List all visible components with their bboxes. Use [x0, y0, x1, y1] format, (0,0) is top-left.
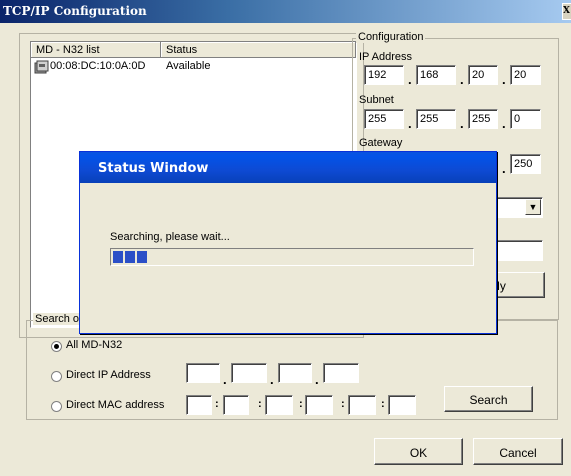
direct-ip-octet-1[interactable]	[186, 363, 220, 383]
mac-colon: :	[381, 398, 385, 410]
device-mac: 00:08:DC:10:0A:0D	[50, 60, 146, 72]
search-button-label: Search	[469, 393, 508, 407]
status-window-titlebar[interactable]: Status Window	[80, 152, 496, 183]
progress-block	[113, 251, 123, 263]
subnet-octet-4-value: 0	[514, 113, 521, 125]
subnet-label: Subnet	[359, 94, 394, 106]
subnet-dot: .	[460, 116, 464, 131]
radio-direct-mac-label: Direct MAC address	[66, 399, 165, 411]
radio-direct-mac[interactable]	[51, 401, 62, 412]
radio-all-label: All MD-N32	[66, 339, 123, 351]
ip-dot: .	[223, 372, 227, 387]
status-window-title: Status Window	[98, 161, 209, 176]
ip-dot: .	[315, 372, 319, 387]
ip-dot: .	[460, 72, 464, 87]
progress-block	[125, 251, 135, 263]
radio-direct-ip-label: Direct IP Address	[66, 369, 151, 381]
ip-address-label: IP Address	[359, 51, 412, 63]
ok-button[interactable]: OK	[374, 438, 463, 465]
window-title: TCP/IP Configuration	[3, 4, 147, 18]
status-message: Searching, please wait...	[110, 231, 230, 243]
mac-byte-1[interactable]	[186, 395, 212, 415]
ip-dot: .	[502, 72, 506, 87]
apply-button-label: ly	[497, 279, 506, 293]
gateway-dot: .	[502, 161, 506, 176]
progress-block	[137, 251, 147, 263]
progress-fill	[113, 251, 147, 263]
direct-ip-octet-2[interactable]	[231, 363, 267, 383]
mac-byte-4[interactable]	[305, 395, 333, 415]
subnet-dot: .	[408, 116, 412, 131]
mac-colon: :	[215, 398, 219, 410]
subnet-octet-2-value: 255	[420, 113, 439, 125]
close-glyph: X	[563, 6, 570, 16]
cancel-button[interactable]: Cancel	[473, 438, 563, 465]
subnet-octet-3[interactable]: 255	[468, 109, 498, 129]
cancel-button-label: Cancel	[499, 446, 537, 460]
column-header-name-label: MD - N32 list	[36, 44, 100, 56]
progress-bar	[110, 248, 474, 266]
gateway-octet-4[interactable]: 250	[510, 154, 541, 174]
search-button[interactable]: Search	[444, 386, 533, 412]
window-titlebar[interactable]: TCP/IP Configuration X	[0, 0, 571, 23]
close-icon[interactable]: X	[562, 3, 571, 20]
subnet-octet-3-value: 255	[472, 113, 491, 125]
mac-colon: :	[258, 398, 262, 410]
device-icon	[34, 60, 49, 74]
subnet-octet-1-value: 255	[368, 113, 387, 125]
subnet-octet-1[interactable]: 255	[364, 109, 404, 129]
ip-octet-1-value: 192	[368, 69, 387, 81]
mac-byte-2[interactable]	[223, 395, 249, 415]
configuration-group-title: Configuration	[356, 31, 426, 43]
ip-octet-3-value: 20	[472, 69, 485, 81]
subnet-octet-2[interactable]: 255	[416, 109, 456, 129]
radio-all-md-n32[interactable]	[51, 341, 62, 352]
ip-octet-4[interactable]: 20	[510, 65, 541, 85]
column-header-name[interactable]: MD - N32 list	[31, 42, 161, 58]
ip-octet-3[interactable]: 20	[468, 65, 498, 85]
gateway-octet-4-value: 250	[514, 158, 533, 170]
ip-octet-1[interactable]: 192	[364, 65, 404, 85]
mac-byte-6[interactable]	[388, 395, 416, 415]
ip-octet-2-value: 168	[420, 69, 439, 81]
device-status: Available	[166, 60, 211, 72]
table-row[interactable]: 00:08:DC:10:0A:0D Available	[33, 59, 353, 75]
gateway-label: Gateway	[359, 137, 403, 149]
radio-direct-ip[interactable]	[51, 371, 62, 382]
ip-dot: .	[408, 72, 412, 87]
mac-colon: :	[299, 398, 303, 410]
mac-byte-5[interactable]	[348, 395, 376, 415]
ip-octet-2[interactable]: 168	[416, 65, 456, 85]
ip-dot: .	[270, 372, 274, 387]
mac-byte-3[interactable]	[265, 395, 293, 415]
ok-button-label: OK	[409, 446, 428, 460]
status-window[interactable]: Status Window Searching, please wait...	[79, 151, 497, 334]
subnet-octet-4[interactable]: 0	[510, 109, 541, 129]
direct-ip-octet-4[interactable]	[323, 363, 359, 383]
subnet-dot: .	[502, 116, 506, 131]
mac-colon: :	[341, 398, 345, 410]
column-header-status-label: Status	[166, 44, 198, 56]
direct-ip-octet-3[interactable]	[278, 363, 312, 383]
ip-octet-4-value: 20	[514, 69, 527, 81]
column-header-status[interactable]: Status	[161, 42, 356, 58]
chevron-down-icon[interactable]: ▼	[525, 199, 541, 215]
